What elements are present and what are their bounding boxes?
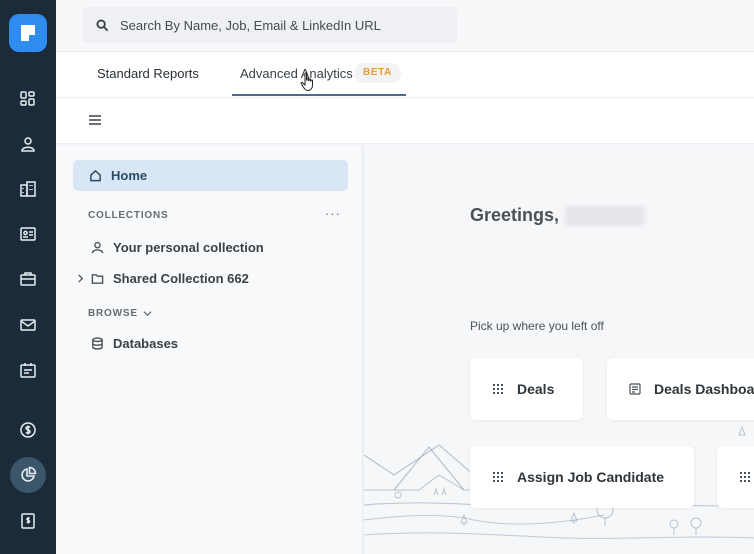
analytics-icon[interactable] xyxy=(10,457,46,493)
grid-icon xyxy=(493,384,503,394)
browse-label: BROWSE xyxy=(88,308,138,319)
sidebar-item-home[interactable]: Home xyxy=(73,160,348,191)
billing-icon[interactable] xyxy=(10,412,46,448)
browse-heading[interactable]: BROWSE xyxy=(88,308,152,319)
contacts-icon[interactable] xyxy=(10,126,46,162)
card-label: Assign Job Candidate xyxy=(517,469,665,485)
global-search[interactable] xyxy=(82,7,457,43)
companies-icon[interactable] xyxy=(10,171,46,207)
search-input[interactable] xyxy=(120,17,440,33)
sidebar-item-databases[interactable]: Databases xyxy=(91,336,178,351)
hand-cursor-icon xyxy=(300,72,313,92)
invoice-icon[interactable] xyxy=(10,503,46,539)
dashboard-icon[interactable] xyxy=(10,81,46,117)
grid-icon xyxy=(740,472,750,482)
sidebar-item-label: Home xyxy=(111,168,148,183)
dashboard-card-icon xyxy=(629,383,641,395)
database-icon xyxy=(92,337,103,350)
redacted-user-name xyxy=(565,205,646,226)
chevron-right-icon[interactable] xyxy=(76,274,85,283)
collections-heading: COLLECTIONS xyxy=(88,210,169,221)
tab-advanced-analytics[interactable]: Advanced Analytics xyxy=(240,66,353,81)
home-icon xyxy=(90,169,101,182)
sidebar-item-label: Databases xyxy=(113,336,179,351)
mail-icon[interactable] xyxy=(10,307,46,343)
recent-items-heading: Pick up where you left off xyxy=(470,319,604,333)
card-label: Deals Dashboard xyxy=(654,381,754,397)
tab-standard-reports[interactable]: Standard Reports xyxy=(97,66,199,81)
greeting-heading: Greetings, xyxy=(470,205,646,226)
sidebar-item-label: Shared Collection 662 xyxy=(113,271,249,286)
sidebar-item-personal-collection[interactable]: Your personal collection xyxy=(91,240,264,255)
left-rail xyxy=(0,0,56,554)
recent-card-partial[interactable] xyxy=(717,446,754,508)
card-label: Deals xyxy=(517,381,555,397)
greeting-text: Greetings, xyxy=(470,205,560,225)
logo-icon xyxy=(21,25,35,41)
collections-more-button[interactable]: ··· xyxy=(325,206,341,221)
collections-sidebar: Home COLLECTIONS ··· Your personal colle… xyxy=(56,145,363,554)
toolbar xyxy=(56,98,754,144)
sidebar-item-shared-collection[interactable]: Shared Collection 662 xyxy=(76,271,249,286)
beta-badge: BETA xyxy=(354,63,401,83)
app-logo[interactable] xyxy=(9,14,47,52)
hamburger-menu-icon[interactable] xyxy=(88,113,102,127)
sidebar-item-label: Your personal collection xyxy=(113,240,264,255)
id-card-icon[interactable] xyxy=(10,216,46,252)
calendar-icon[interactable] xyxy=(10,352,46,388)
top-bar xyxy=(56,0,754,52)
active-tab-indicator xyxy=(232,94,406,96)
recent-card-assign-job-candidate[interactable]: Assign Job Candidate xyxy=(470,446,694,508)
jobs-icon[interactable] xyxy=(10,261,46,297)
chevron-down-icon xyxy=(143,311,152,317)
grid-icon xyxy=(493,472,503,482)
recent-card-deals[interactable]: Deals xyxy=(470,358,583,420)
recent-card-deals-dashboard[interactable]: Deals Dashboard xyxy=(607,358,754,420)
folder-icon xyxy=(91,274,104,284)
report-tabs: Standard Reports Advanced Analytics BETA xyxy=(56,52,754,98)
home-main: Greetings, Pick up where you left off De… xyxy=(364,145,754,554)
search-icon xyxy=(96,18,109,31)
person-icon xyxy=(91,241,104,254)
